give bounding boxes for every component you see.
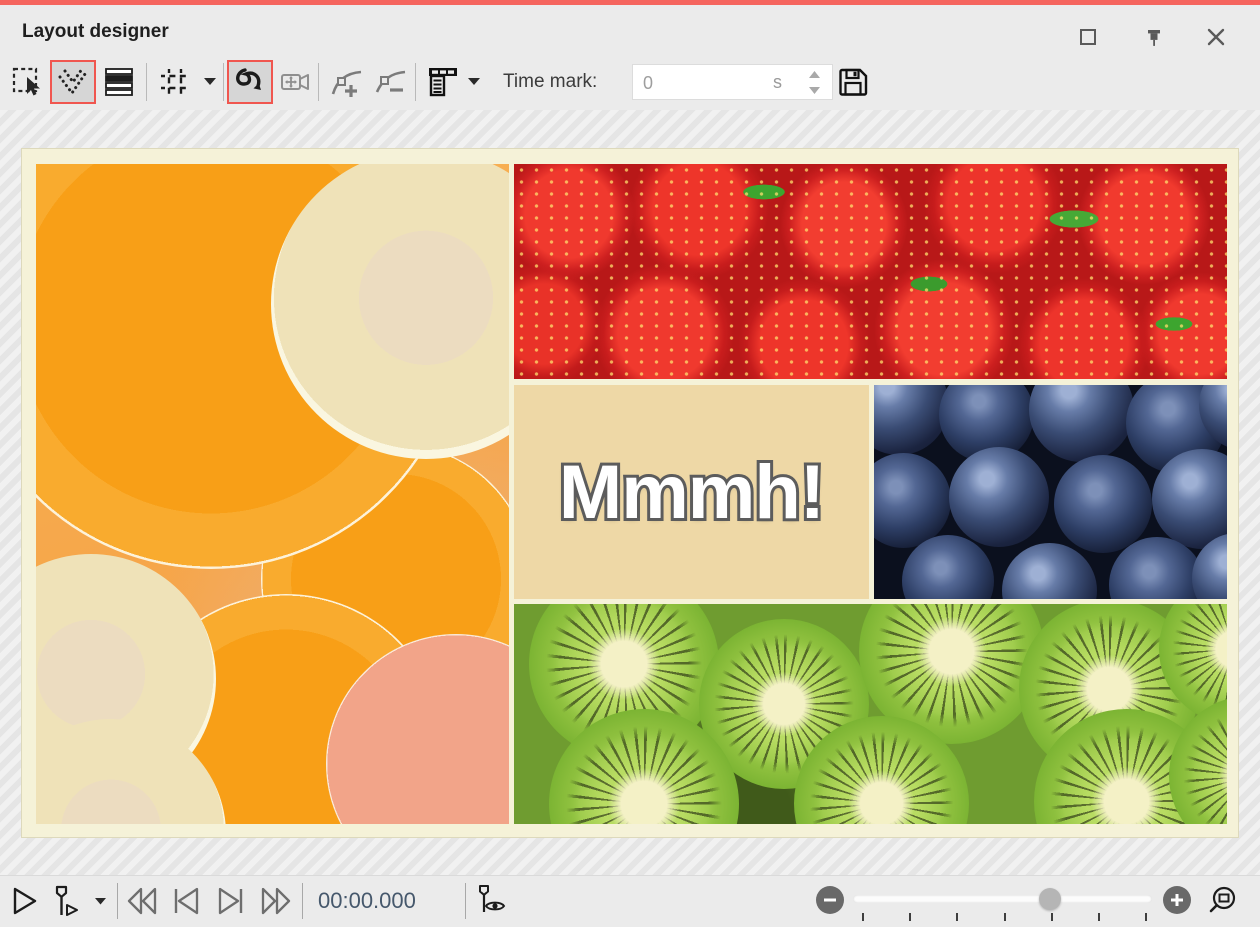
curve-path-icon xyxy=(233,65,267,99)
marker-visibility-button[interactable] xyxy=(472,881,512,921)
berry-shape xyxy=(1029,385,1134,462)
slider-tick xyxy=(956,913,958,921)
maximize-icon xyxy=(1078,27,1098,47)
zoom-fit-icon xyxy=(1207,884,1241,918)
spinner-up-icon xyxy=(809,71,820,78)
dotted-path-icon xyxy=(55,65,91,99)
toolbar-separator xyxy=(415,63,416,101)
slider-tick xyxy=(1145,913,1147,921)
layers-icon xyxy=(102,65,136,99)
camera-pan-tool-button[interactable] xyxy=(274,60,320,104)
timetable-dropdown-button[interactable] xyxy=(464,60,484,104)
play-from-marker-icon xyxy=(49,884,83,918)
image-strawberries[interactable] xyxy=(514,164,1227,379)
slider-tick xyxy=(1004,913,1006,921)
fast-forward-button[interactable] xyxy=(256,881,296,921)
time-display: 00:00.000 xyxy=(318,881,416,921)
berry-shape xyxy=(1002,543,1097,599)
timetable-icon xyxy=(425,64,461,100)
play-button[interactable] xyxy=(4,881,44,921)
zoom-fit-button[interactable] xyxy=(1204,881,1244,921)
remove-point-icon xyxy=(373,65,409,99)
workspace-background: Mmmh! Mmmh! xyxy=(0,110,1260,875)
minus-icon xyxy=(823,893,837,907)
chevron-down-icon xyxy=(468,78,480,86)
time-mark-input[interactable] xyxy=(641,69,765,97)
time-mark-unit: s xyxy=(773,72,782,93)
remove-path-point-button[interactable] xyxy=(368,60,414,104)
toolbar: Time mark: s xyxy=(0,60,1260,110)
text-block-content: Mmmh! Mmmh! xyxy=(514,385,869,599)
chevron-down-icon xyxy=(204,78,216,86)
grid-dropdown-button[interactable] xyxy=(200,60,220,104)
slide-canvas[interactable]: Mmmh! Mmmh! xyxy=(21,148,1239,838)
play-options-dropdown-button[interactable] xyxy=(90,881,110,921)
skip-end-icon xyxy=(214,886,248,916)
window-title: Layout designer xyxy=(22,21,169,43)
motion-path-tool-button[interactable] xyxy=(227,60,273,104)
berry-shape xyxy=(874,453,951,548)
toolbar-separator xyxy=(318,63,319,101)
pin-button[interactable] xyxy=(1138,21,1170,53)
berry-shape xyxy=(1054,455,1152,553)
layers-tool-button[interactable] xyxy=(96,60,142,104)
add-path-point-button[interactable] xyxy=(324,60,370,104)
transport-separator xyxy=(302,883,303,919)
title-bar: Layout designer xyxy=(0,5,1260,60)
marker-eye-icon xyxy=(474,884,510,918)
grid-tool-button[interactable] xyxy=(152,60,198,104)
text-block[interactable]: Mmmh! Mmmh! xyxy=(514,385,869,599)
spinner-down-button[interactable] xyxy=(804,83,824,97)
text-fill: Mmmh! xyxy=(514,385,869,599)
slider-tick xyxy=(862,913,864,921)
rewind-icon xyxy=(125,886,159,916)
zoom-in-button[interactable] xyxy=(1163,886,1191,914)
skip-to-start-button[interactable] xyxy=(166,881,206,921)
floppy-disk-icon xyxy=(837,66,869,98)
select-icon xyxy=(10,65,44,99)
fast-forward-icon xyxy=(259,886,293,916)
close-button[interactable] xyxy=(1200,21,1232,53)
image-kiwi-slices[interactable] xyxy=(514,604,1227,824)
save-time-mark-button[interactable] xyxy=(832,60,874,104)
transport-bar: 00:00.000 xyxy=(0,875,1260,927)
skip-start-icon xyxy=(169,886,203,916)
close-icon xyxy=(1206,27,1226,47)
toolbar-separator xyxy=(146,63,147,101)
spinner-up-button[interactable] xyxy=(804,67,824,81)
play-icon xyxy=(8,885,40,917)
pin-icon xyxy=(1143,26,1165,48)
transport-separator xyxy=(465,883,466,919)
transport-separator xyxy=(117,883,118,919)
camera-icon xyxy=(279,65,315,99)
zoom-out-button[interactable] xyxy=(816,886,844,914)
skip-to-end-button[interactable] xyxy=(211,881,251,921)
slider-tick xyxy=(1051,913,1053,921)
image-blueberries[interactable] xyxy=(874,385,1227,599)
spinner-down-icon xyxy=(809,87,820,94)
time-mark-label: Time mark: xyxy=(503,60,597,104)
play-from-marker-button[interactable] xyxy=(46,881,86,921)
plus-icon xyxy=(1170,893,1184,907)
image-citrus-slices[interactable] xyxy=(36,164,509,824)
slider-tick xyxy=(1098,913,1100,921)
time-mark-spinner xyxy=(804,67,824,97)
maximize-button[interactable] xyxy=(1072,21,1104,53)
select-tool-button[interactable] xyxy=(4,60,50,104)
edit-motion-path-tool-button[interactable] xyxy=(50,60,96,104)
zoom-slider-handle[interactable] xyxy=(1039,888,1061,910)
add-point-icon xyxy=(329,65,365,99)
grid-icon xyxy=(157,65,193,99)
slider-tick xyxy=(909,913,911,921)
time-mark-field: s xyxy=(632,64,833,100)
berry-shape xyxy=(874,385,949,455)
chevron-down-icon xyxy=(95,898,106,905)
zoom-slider-track[interactable] xyxy=(853,895,1152,903)
toolbar-separator xyxy=(223,63,224,101)
berry-shape xyxy=(949,447,1049,547)
timetable-tool-button[interactable] xyxy=(420,60,466,104)
rewind-button[interactable] xyxy=(122,881,162,921)
